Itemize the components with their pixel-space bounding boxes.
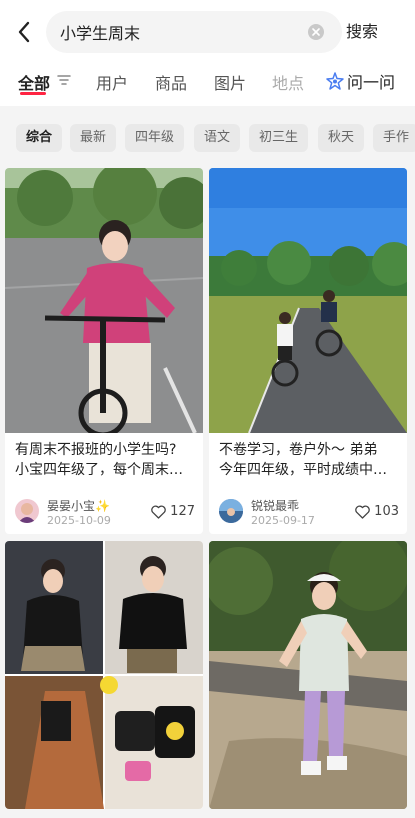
close-icon	[312, 28, 320, 36]
top-bar: 搜索	[0, 0, 415, 62]
clear-search-button[interactable]	[308, 24, 324, 40]
chip-comprehensive[interactable]: 综合	[16, 124, 63, 152]
post-date: 2025-10-09	[47, 514, 111, 527]
heart-icon	[355, 505, 370, 519]
back-button[interactable]	[12, 18, 36, 46]
ask-button[interactable]: 问一问	[326, 69, 395, 93]
chip-handcraft[interactable]: 手作	[373, 124, 415, 152]
note-title-line: 不卷学习，卷户外～ 弟弟	[219, 442, 378, 458]
chevron-left-icon	[18, 21, 30, 43]
author-name[interactable]: 晏晏小宝✨	[47, 497, 110, 514]
ask-label: 问一问	[347, 73, 396, 92]
note-cover-image[interactable]	[209, 168, 407, 433]
like-count: 103	[374, 504, 399, 519]
tab-places[interactable]: 地点	[272, 70, 304, 94]
chip-chinese[interactable]: 语文	[194, 124, 241, 152]
author-name[interactable]: 锐锐最乖	[251, 497, 299, 514]
note-title[interactable]: 不卷学习，卷户外～ 弟弟 今年四年级，平时成绩中…	[219, 440, 394, 480]
filter-icon[interactable]	[57, 74, 71, 86]
note-cover-image[interactable]	[209, 541, 407, 809]
chip-grade-nine[interactable]: 初三生	[249, 124, 309, 152]
search-box[interactable]	[46, 11, 342, 53]
like-button[interactable]: 127	[151, 504, 195, 519]
ask-star-icon	[326, 72, 344, 90]
note-card[interactable]	[209, 541, 407, 809]
tab-images[interactable]: 图片	[214, 70, 246, 94]
tab-all[interactable]: 全部	[18, 70, 50, 94]
keyword-chips: 综合 最新 四年级 语文 初三生 秋天 手作	[0, 118, 415, 158]
note-cover-image[interactable]	[5, 541, 203, 809]
note-title[interactable]: 有周末不报班的小学生吗? 小宝四年级了，每个周末…	[15, 440, 190, 480]
search-button[interactable]: 搜索	[346, 18, 378, 42]
note-title-line: 小宝四年级了，每个周末…	[15, 462, 183, 478]
search-input[interactable]	[60, 11, 290, 53]
avatar[interactable]	[15, 499, 39, 523]
active-tab-indicator	[20, 92, 46, 95]
avatar[interactable]	[219, 499, 243, 523]
note-title-line: 今年四年级，平时成绩中…	[219, 462, 387, 478]
chip-latest[interactable]: 最新	[70, 124, 117, 152]
tab-users[interactable]: 用户	[96, 70, 128, 94]
note-title-line: 有周末不报班的小学生吗?	[15, 442, 177, 458]
like-button[interactable]: 103	[355, 504, 399, 519]
heart-icon	[151, 505, 166, 519]
post-date: 2025-09-17	[251, 514, 315, 527]
chip-autumn[interactable]: 秋天	[318, 124, 365, 152]
tab-products[interactable]: 商品	[155, 70, 187, 94]
note-card[interactable]: 不卷学习，卷户外～ 弟弟 今年四年级，平时成绩中… 锐锐最乖 2025-09-1…	[209, 168, 407, 534]
chip-grade-four[interactable]: 四年级	[125, 124, 185, 152]
note-card[interactable]: 有周末不报班的小学生吗? 小宝四年级了，每个周末… 晏晏小宝✨ 2025-10-…	[5, 168, 203, 534]
note-cover-image[interactable]	[5, 168, 203, 433]
like-count: 127	[170, 504, 195, 519]
note-card[interactable]	[5, 541, 203, 809]
